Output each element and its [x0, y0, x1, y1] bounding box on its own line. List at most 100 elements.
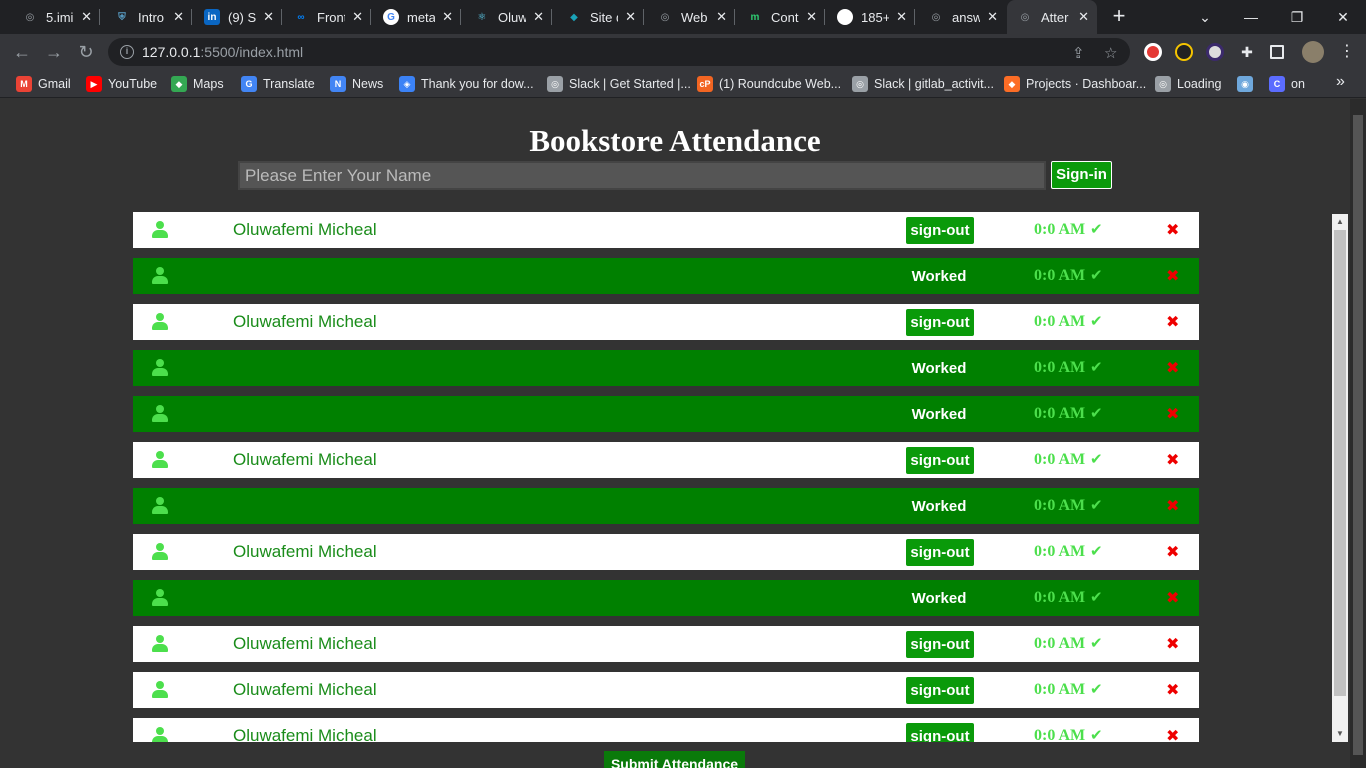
bookmark-item[interactable]: ◆ Maps	[171, 75, 224, 93]
bookmark-item[interactable]: ◈ Thank you for dow...	[399, 75, 534, 93]
name-input[interactable]	[238, 161, 1046, 190]
close-tab-icon[interactable]: ✕	[806, 9, 817, 25]
close-tab-icon[interactable]: ✕	[173, 9, 184, 25]
close-tab-icon[interactable]: ✕	[533, 9, 544, 25]
close-tab-icon[interactable]: ✕	[716, 9, 727, 25]
sign-out-button[interactable]: sign-out	[906, 309, 974, 336]
tab-10[interactable]: ▣ 185+ ✕	[827, 0, 915, 34]
sign-out-button[interactable]: sign-out	[906, 631, 974, 658]
delete-icon[interactable]: ✖	[1166, 358, 1179, 378]
attendee-name: Oluwafemi Micheal	[233, 634, 377, 653]
tab-1[interactable]: ◎ 5.imi ✕	[12, 0, 100, 34]
tab-11[interactable]: ◎ answ ✕	[918, 0, 1006, 34]
bookmark-item[interactable]: cP (1) Roundcube Web...	[697, 75, 841, 93]
bookmark-item[interactable]: ◉	[1237, 75, 1259, 93]
tab-title: Oluw	[498, 9, 526, 25]
close-tab-icon[interactable]: ✕	[442, 9, 453, 25]
tab-6[interactable]: ⚛ Oluw ✕	[464, 0, 552, 34]
tab-search-chevron-icon[interactable]: ⌄	[1182, 0, 1228, 34]
bookmark-item[interactable]: N News	[330, 75, 383, 93]
address-bar[interactable]: i 127.0.0.1:5500/index.html ⇪ ☆	[108, 38, 1130, 66]
back-icon[interactable]: ←	[10, 40, 34, 64]
attendance-row: Worked 0:0 AM ✔ ✖	[133, 580, 1199, 616]
tab-title: answ	[952, 9, 980, 25]
scroll-up-arrow-icon[interactable]: ▲	[1332, 214, 1348, 230]
close-tab-icon[interactable]: ✕	[625, 9, 636, 25]
pokeball-extension-icon[interactable]	[1144, 43, 1162, 61]
sign-out-button[interactable]: sign-out	[906, 539, 974, 566]
close-tab-icon[interactable]: ✕	[81, 9, 92, 25]
restore-button[interactable]: ❐	[1274, 0, 1320, 34]
bookmarks-overflow-icon[interactable]: »	[1336, 73, 1345, 91]
side-panel-icon[interactable]	[1270, 45, 1284, 59]
tab-9[interactable]: m Cont ✕	[737, 0, 825, 34]
bookmark-item[interactable]: ▶ YouTube	[86, 75, 157, 93]
bookmark-favicon-icon: ◎	[852, 76, 868, 92]
submit-attendance-button[interactable]: Submit Attendance	[604, 751, 745, 768]
scroll-down-arrow-icon[interactable]: ▼	[1332, 726, 1348, 742]
tab-7[interactable]: ◆ Site d ✕	[556, 0, 644, 34]
tab-2[interactable]: ⛨ Intro ✕	[104, 0, 192, 34]
tab-title: 5.imi	[46, 9, 74, 25]
delete-icon[interactable]: ✖	[1166, 634, 1179, 654]
w-extension-icon[interactable]	[1175, 43, 1193, 61]
tab-8[interactable]: ◎ Web ✕	[647, 0, 735, 34]
close-tab-icon[interactable]: ✕	[896, 9, 907, 25]
bookmark-item[interactable]: M Gmail	[16, 75, 71, 93]
tab-12[interactable]: ◎ Atter ✕	[1007, 0, 1097, 34]
sign-out-button[interactable]: sign-out	[906, 217, 974, 244]
close-tab-icon[interactable]: ✕	[352, 9, 363, 25]
page-scroll-thumb[interactable]	[1353, 115, 1363, 755]
bookmark-item[interactable]: G Translate	[241, 75, 315, 93]
tab-favicon-icon: ◎	[25, 11, 35, 23]
delete-icon[interactable]: ✖	[1166, 496, 1179, 516]
delete-icon[interactable]: ✖	[1166, 220, 1179, 240]
minimize-button[interactable]: —	[1228, 0, 1274, 34]
sign-in-button[interactable]: Sign-in	[1051, 161, 1112, 189]
tab-3[interactable]: in (9) Su ✕	[194, 0, 282, 34]
tab-5[interactable]: Gmeta ✕	[373, 0, 461, 34]
delete-icon[interactable]: ✖	[1166, 726, 1179, 742]
bookmark-item[interactable]: Con	[1269, 75, 1305, 93]
profile-avatar[interactable]	[1302, 41, 1324, 63]
sign-out-button[interactable]: sign-out	[906, 677, 974, 704]
menu-kebab-icon[interactable]: ⋮	[1338, 43, 1356, 61]
list-scrollbar[interactable]: ▲ ▼	[1332, 214, 1348, 742]
tab-separator	[551, 9, 552, 25]
delete-icon[interactable]: ✖	[1166, 312, 1179, 332]
bookmark-item[interactable]: ◎ Slack | gitlab_activit...	[852, 75, 994, 93]
bookmark-item[interactable]: ◎ Slack | Get Started |...	[547, 75, 691, 93]
delete-icon[interactable]: ✖	[1166, 450, 1179, 470]
tab-4[interactable]: ∞ Front ✕	[283, 0, 371, 34]
sign-out-button[interactable]: sign-out	[906, 447, 974, 474]
reload-icon[interactable]: ↻	[74, 40, 98, 64]
new-tab-button[interactable]: +	[1108, 5, 1130, 27]
sign-out-button[interactable]: sign-out	[906, 723, 974, 742]
forward-icon[interactable]: →	[42, 40, 66, 64]
sign-time: 0:0 AM	[1034, 589, 1086, 606]
delete-icon[interactable]: ✖	[1166, 404, 1179, 424]
page-scrollbar[interactable]	[1350, 99, 1366, 768]
circle-extension-icon[interactable]	[1206, 43, 1224, 61]
close-tab-icon[interactable]: ✕	[1078, 9, 1089, 25]
delete-icon[interactable]: ✖	[1166, 588, 1179, 608]
close-tab-icon[interactable]: ✕	[987, 9, 998, 25]
close-tab-icon[interactable]: ✕	[263, 9, 274, 25]
user-icon	[152, 543, 168, 561]
delete-icon[interactable]: ✖	[1166, 680, 1179, 700]
tab-favicon-icon: ◎	[931, 11, 941, 23]
bookmark-item[interactable]: ◆ Projects · Dashboar...	[1004, 75, 1146, 93]
bookmark-label: Loading	[1177, 77, 1222, 91]
bookmark-star-icon[interactable]: ☆	[1104, 44, 1117, 62]
share-icon[interactable]: ⇪	[1072, 44, 1085, 62]
extensions-puzzle-icon[interactable]: ✚	[1238, 43, 1256, 61]
delete-icon[interactable]: ✖	[1166, 542, 1179, 562]
close-window-button[interactable]: ✕	[1320, 0, 1366, 34]
list-scroll-thumb[interactable]	[1334, 230, 1346, 696]
tab-title: Site d	[590, 9, 618, 25]
bookmark-label: News	[352, 77, 384, 91]
delete-icon[interactable]: ✖	[1166, 266, 1179, 286]
attendee-name: Oluwafemi Micheal	[233, 220, 377, 239]
site-info-icon[interactable]: i	[120, 45, 134, 59]
bookmark-item[interactable]: ◎ Loading	[1155, 75, 1222, 93]
